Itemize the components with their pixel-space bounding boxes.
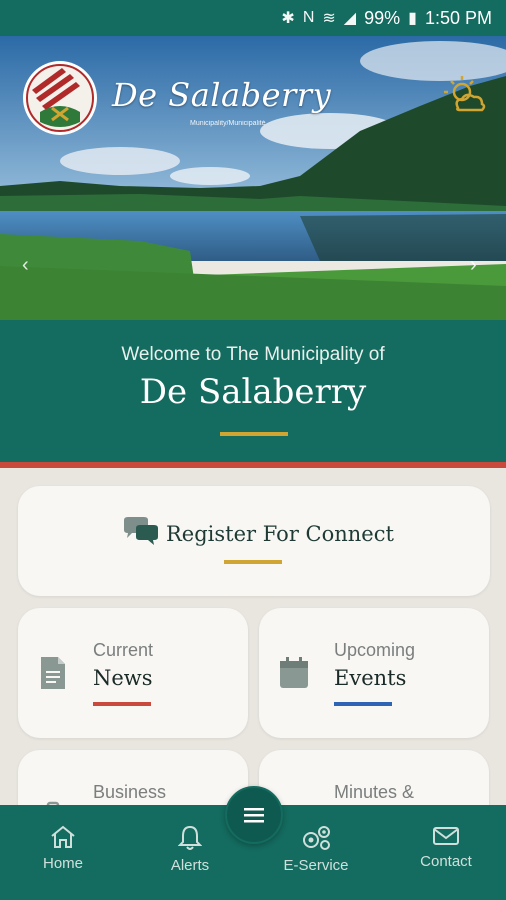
welcome-underline [220,432,288,436]
briefcase-icon [46,801,60,805]
home-icon [51,825,75,848]
nav-home[interactable]: Home [13,825,113,872]
nav-label: E-Service [283,857,349,874]
tile-subtitle: Current [93,640,154,660]
upcoming-events-tile[interactable]: Upcoming Events [259,608,489,738]
nav-label: Contact [420,853,472,870]
battery-icon: ▮ [408,10,417,27]
nav-contact[interactable]: Contact [396,825,496,870]
document-icon [41,657,65,689]
register-label: Register For Connect [166,522,394,546]
business-tile[interactable]: Business [18,750,248,805]
calendar-icon [280,657,308,688]
chat-bubbles-icon [124,517,158,545]
welcome-text: Welcome to The Municipality of [121,344,385,365]
hamburger-icon [244,808,264,823]
municipal-logo [23,61,97,135]
tile-title: Events [334,666,407,690]
bell-icon [178,825,202,850]
minutes-tile[interactable]: Minutes & [259,750,489,805]
current-news-tile[interactable]: Current News [18,608,248,738]
gears-icon [303,826,330,850]
nav-alerts[interactable]: Alerts [140,825,240,874]
weather-icon[interactable] [442,74,488,114]
bluetooth-icon: ✱ [281,10,295,27]
status-bar: ✱ N ≋ ◢ 99% ▮ 1:50 PM [0,0,506,36]
register-connect-card[interactable]: Register For Connect [18,486,490,596]
logo-title: De Salaberry [112,76,332,114]
tile-title: News [93,666,153,690]
tile-subtitle: Minutes & [334,782,415,802]
welcome-section: Welcome to The Municipality of De Salabe… [0,320,506,462]
clock: 1:50 PM [424,7,492,28]
carousel-next-icon[interactable]: › [470,254,477,277]
battery-level: 99% [364,7,401,28]
hero-banner[interactable]: De Salaberry Municipality/Municipalité ‹… [0,36,506,320]
menu-grid: Register For Connect Current News Upcomi… [0,468,506,805]
municipality-name: De Salaberry [139,372,367,412]
carousel-prev-icon[interactable]: ‹ [22,254,29,277]
nav-label: Home [42,855,83,872]
logo-subtitle: Municipality/Municipalité [190,120,266,127]
folder-icon [279,798,309,805]
envelope-icon [433,827,459,845]
wifi-icon: ≋ [322,10,336,27]
nfc-icon: N [302,9,315,26]
nav-eservice[interactable]: E-Service [266,825,366,874]
menu-button[interactable] [225,786,283,844]
nav-label: Alerts [170,857,210,874]
tile-subtitle: Upcoming [334,640,416,660]
tile-underline [93,702,151,706]
tile-subtitle: Business [93,782,167,802]
tile-underline [334,702,392,706]
register-underline [224,560,282,564]
signal-icon: ◢ [343,10,357,27]
